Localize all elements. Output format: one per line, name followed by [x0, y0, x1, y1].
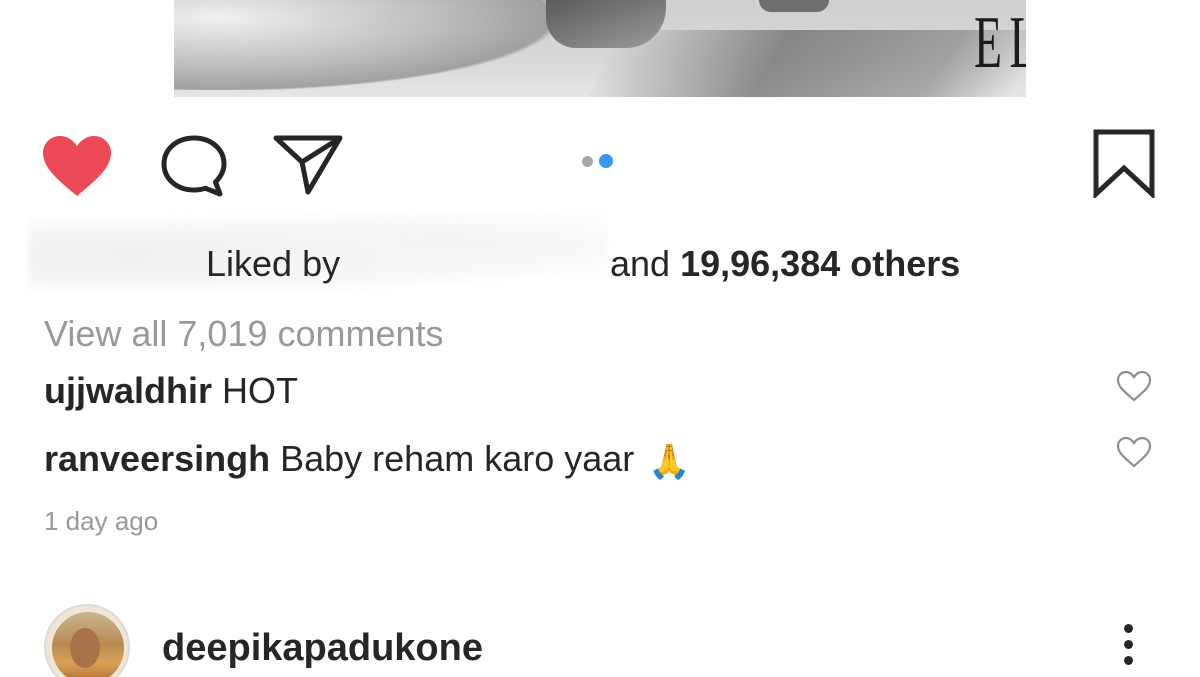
paper-plane-icon[interactable]: [272, 132, 344, 196]
comment-bubble-icon[interactable]: [160, 134, 228, 198]
liked-by-label: Liked by: [206, 243, 341, 284]
comment-item: ujjwaldhir HOT: [44, 369, 298, 413]
carousel-dot: [582, 155, 593, 167]
comment-item: ranveersingh Baby reham karo yaar 🙏: [44, 437, 691, 484]
image-water: [174, 0, 554, 90]
more-options-icon[interactable]: [1118, 624, 1138, 672]
post-timestamp: 1 day ago: [44, 506, 159, 536]
more-dot: [1123, 624, 1133, 633]
image-foot-second: [759, 0, 829, 12]
comment-text: Baby reham karo yaar: [280, 438, 635, 479]
likes-count-line[interactable]: and 19,96,384 others: [610, 242, 960, 286]
carousel-indicator: [582, 154, 613, 168]
comment-text: HOT: [222, 370, 299, 411]
comment-like-heart-icon[interactable]: [1116, 436, 1152, 468]
likes-count[interactable]: 19,96,384 others: [680, 243, 960, 284]
heart-filled-icon[interactable]: [40, 134, 114, 198]
bookmark-icon[interactable]: [1092, 128, 1156, 198]
comment-username[interactable]: ujjwaldhir: [44, 370, 212, 411]
magazine-logo-text: ELLE: [974, 2, 1026, 84]
more-dot: [1123, 656, 1133, 665]
avatar[interactable]: [44, 604, 130, 677]
avatar-face: [70, 628, 100, 668]
view-all-comments-link[interactable]: View all 7,019 comments: [44, 313, 444, 355]
carousel-dot-active: [599, 154, 613, 168]
likes-and-text: and: [610, 243, 671, 284]
comment-username[interactable]: ranveersingh: [44, 438, 270, 479]
image-foot: [546, 0, 666, 48]
more-dot: [1123, 640, 1133, 649]
comment-like-heart-icon[interactable]: [1116, 370, 1152, 402]
folded-hands-emoji: 🙏: [648, 443, 691, 481]
post-author-username[interactable]: deepikapadukone: [162, 626, 483, 670]
image-shadow: [587, 30, 1026, 97]
post-image[interactable]: ELLE: [174, 0, 1026, 97]
